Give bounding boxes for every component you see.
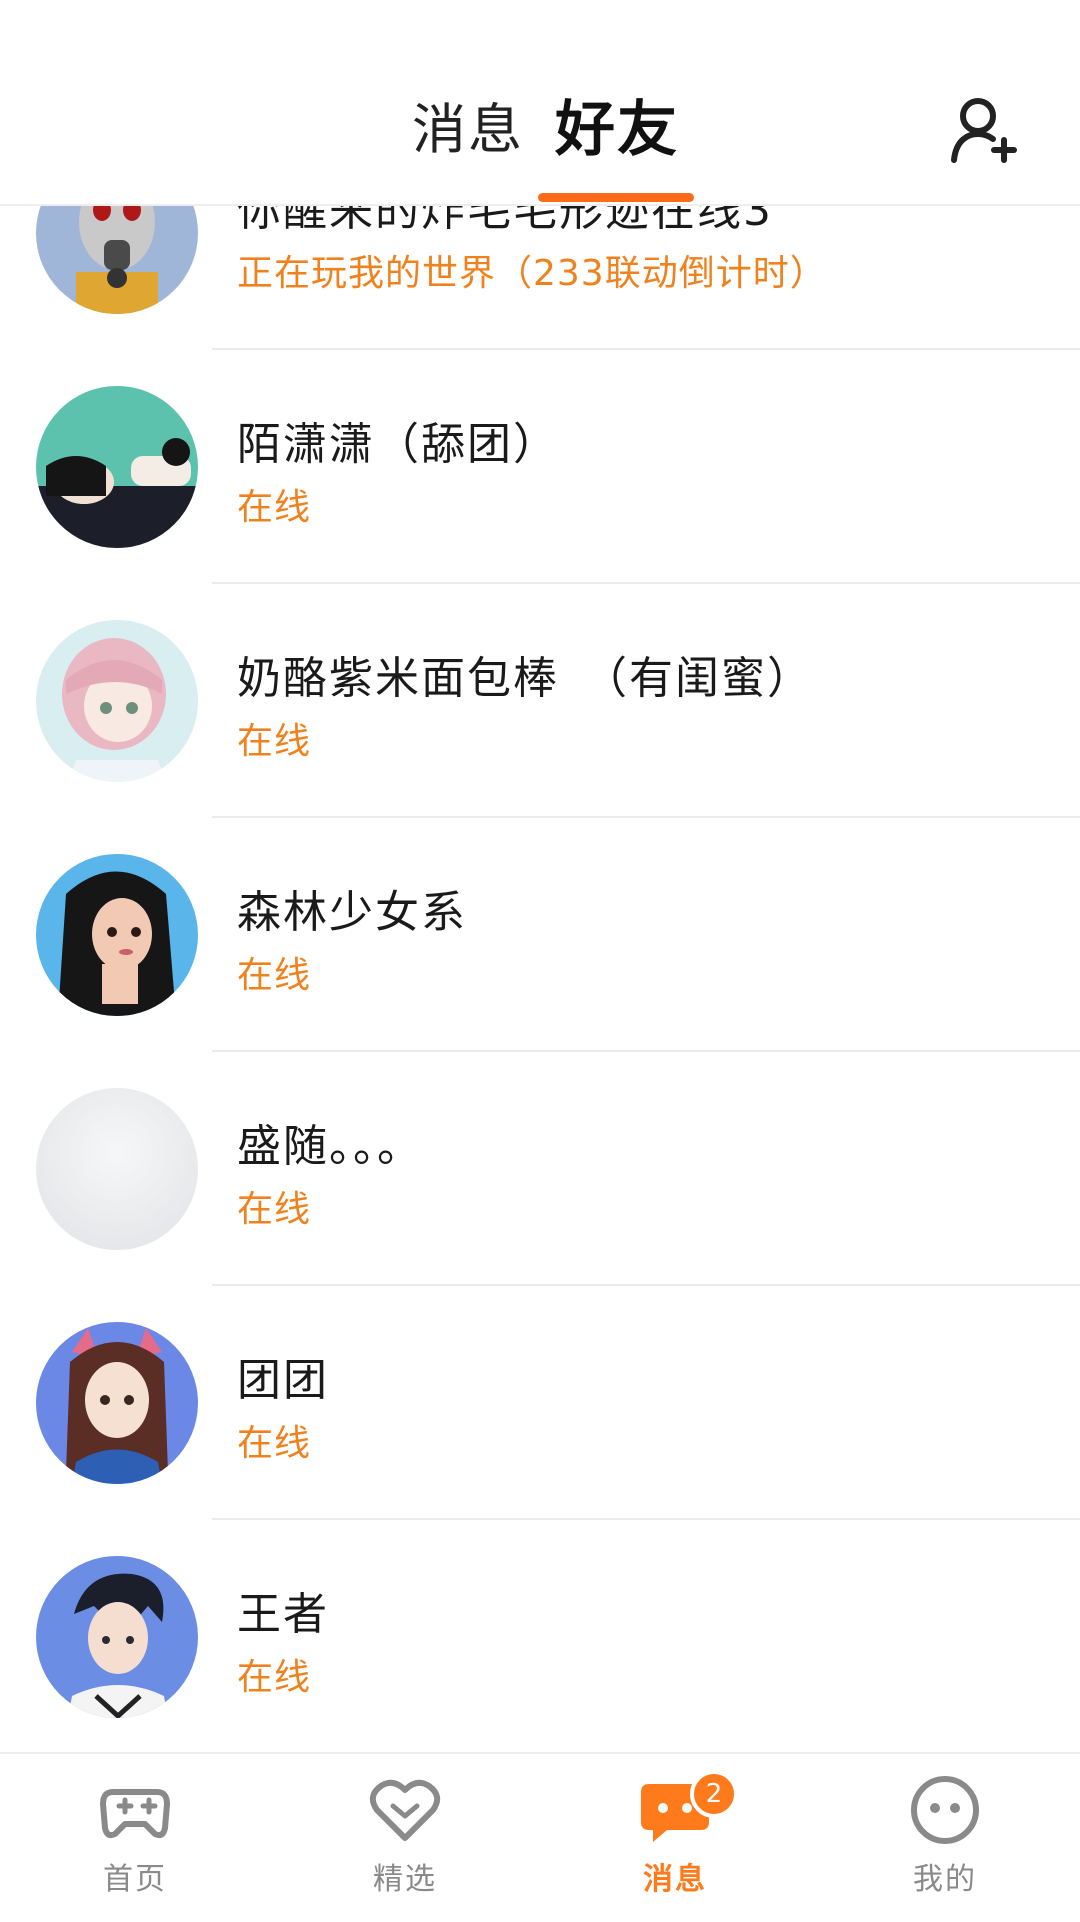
- active-tab-indicator: [538, 193, 694, 202]
- bottom-nav: 首页 精选 消息 2 我的: [0, 1752, 1080, 1922]
- friend-name: 陌潇潇（舔团）: [237, 419, 559, 470]
- nav-home[interactable]: 首页: [0, 1754, 270, 1922]
- friend-name: 王者: [237, 1589, 329, 1640]
- smiley-face-icon: [909, 1774, 981, 1846]
- anime-couple-avatar: [36, 386, 198, 548]
- tab-messages[interactable]: 消息: [412, 95, 524, 165]
- friend-name: 团团: [237, 1355, 329, 1406]
- gamepad-icon: [99, 1774, 171, 1846]
- masked-character-avatar: [36, 206, 198, 314]
- friend-name: 奶酪紫米面包棒 （有闺蜜）: [237, 653, 813, 704]
- nav-label: 消息: [643, 1862, 707, 1897]
- heart-chevron-icon: [369, 1774, 441, 1846]
- friend-row[interactable]: 盛随。。。 在线: [0, 1052, 1080, 1286]
- friend-name: 你醒来的炸毛毛形迹在线3: [237, 206, 773, 236]
- friend-row[interactable]: 团团 在线: [0, 1286, 1080, 1520]
- unread-badge: 2: [690, 1770, 738, 1818]
- top-header: 消息 好友: [0, 0, 1080, 206]
- anime-boy-avatar: [36, 1556, 198, 1718]
- friend-status: 在线: [237, 955, 312, 996]
- friend-status: 在线: [237, 721, 312, 762]
- nav-featured[interactable]: 精选: [270, 1754, 540, 1922]
- friend-row[interactable]: 奶酪紫米面包棒 （有闺蜜） 在线: [0, 584, 1080, 818]
- nav-profile[interactable]: 我的: [810, 1754, 1080, 1922]
- add-user-icon[interactable]: [948, 94, 1018, 164]
- friend-name: 盛随。。。: [237, 1121, 423, 1172]
- friend-status: 在线: [237, 1189, 312, 1230]
- friend-name: 森林少女系: [237, 887, 467, 938]
- tab-friends[interactable]: 好友: [555, 95, 679, 165]
- friend-row[interactable]: 森林少女系 在线: [0, 818, 1080, 1052]
- friend-row[interactable]: 陌潇潇（舔团） 在线: [0, 350, 1080, 584]
- pink-hair-girl-avatar: [36, 620, 198, 782]
- nav-label: 我的: [913, 1862, 977, 1897]
- black-hair-girl-avatar: [36, 854, 198, 1016]
- nav-messages[interactable]: 消息: [540, 1754, 810, 1922]
- nav-label: 精选: [373, 1862, 437, 1897]
- friend-list[interactable]: 你醒来的炸毛毛形迹在线3 正在玩我的世界（233联动倒计时） 陌潇潇（舔团） 在…: [0, 206, 1080, 1754]
- blank-avatar: [36, 1088, 198, 1250]
- friend-row[interactable]: 王者 在线: [0, 1520, 1080, 1754]
- friend-status: 正在玩我的世界（233联动倒计时）: [237, 253, 827, 294]
- friend-status: 在线: [237, 1657, 312, 1698]
- friend-status: 在线: [237, 487, 312, 528]
- friend-status: 在线: [237, 1423, 312, 1464]
- nav-label: 首页: [103, 1862, 167, 1897]
- cat-ear-girl-avatar: [36, 1322, 198, 1484]
- friend-row[interactable]: 你醒来的炸毛毛形迹在线3 正在玩我的世界（233联动倒计时）: [0, 206, 1080, 350]
